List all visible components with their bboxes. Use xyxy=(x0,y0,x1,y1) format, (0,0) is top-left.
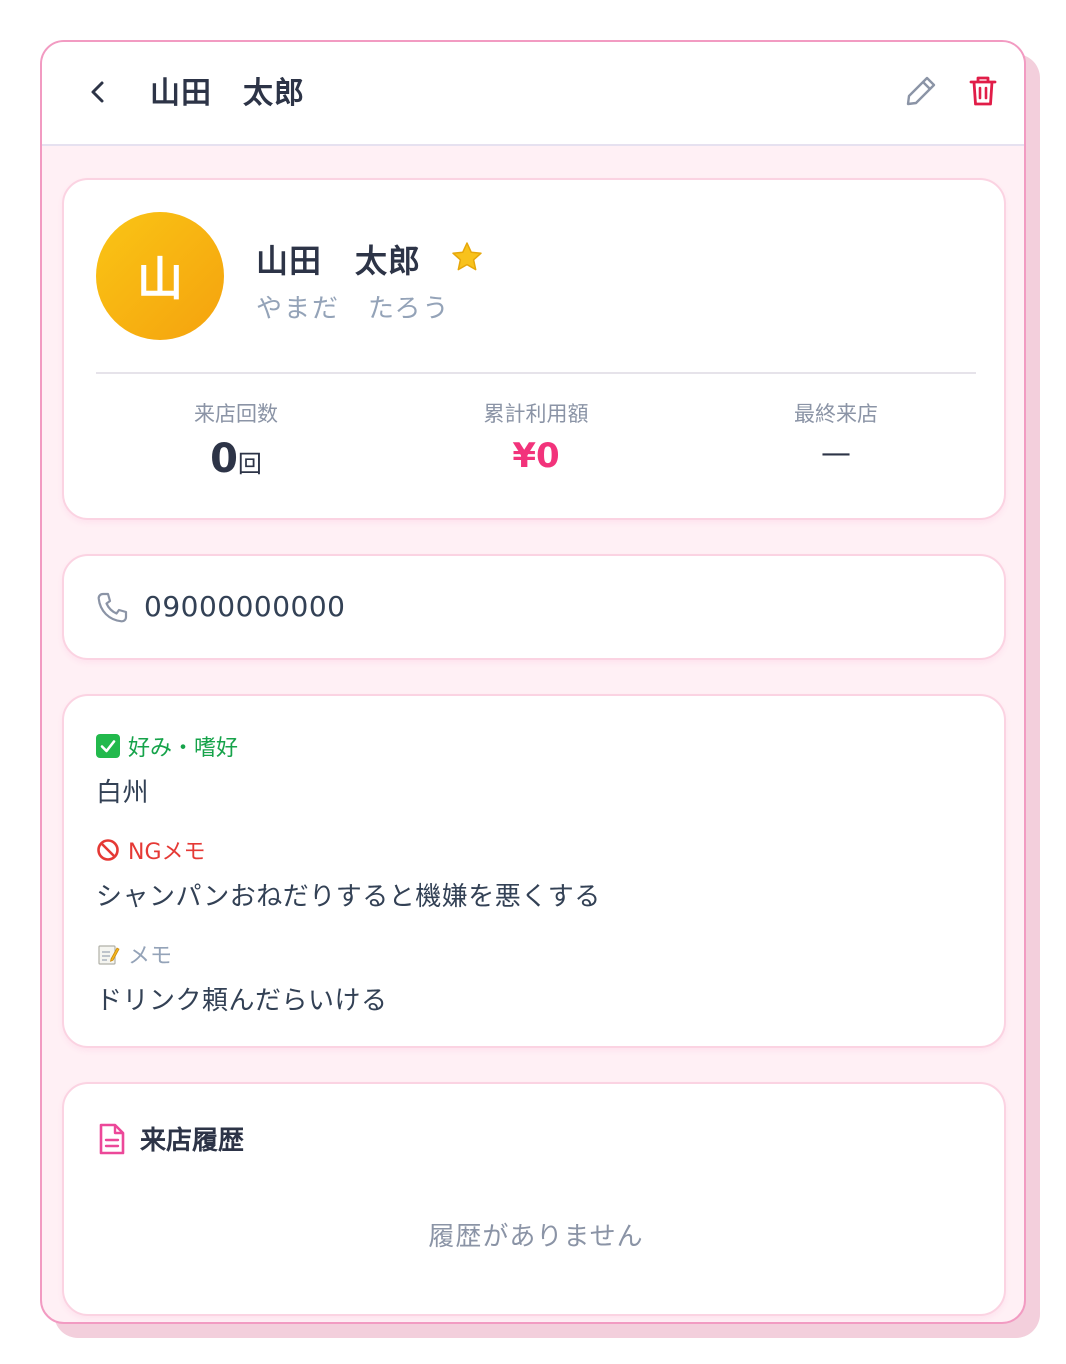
stat-label: 来店回数 xyxy=(194,402,278,426)
back-button[interactable] xyxy=(76,70,120,114)
document-icon xyxy=(99,1123,125,1155)
trash-icon xyxy=(969,76,997,106)
history-empty-text: 履歴がありません xyxy=(428,1222,644,1252)
preference-label: 好み・嗜好 xyxy=(128,736,239,761)
delete-button[interactable] xyxy=(960,68,1006,114)
stat-value: — xyxy=(821,436,851,471)
stat-value: ¥0 xyxy=(512,436,560,476)
pencil-icon xyxy=(906,76,936,106)
note-label: メモ xyxy=(128,944,173,969)
note-text: ドリンク頼んだらいける xyxy=(96,986,388,1016)
phone-icon xyxy=(97,592,128,623)
avatar: 山 xyxy=(96,212,224,340)
stat-unit: 回 xyxy=(237,450,262,478)
page-title: 山田 太郎 xyxy=(150,76,305,111)
stat-total-spent: 累計利用額 ¥0 xyxy=(386,398,686,486)
stat-value: 0 xyxy=(210,436,238,482)
preference-text: 白州 xyxy=(96,778,150,808)
note-heading: メモ xyxy=(96,938,172,970)
chevron-left-icon xyxy=(91,81,104,103)
edit-button[interactable] xyxy=(898,68,944,114)
app-header: 山田 太郎 xyxy=(42,42,1024,146)
history-title: 来店履歴 xyxy=(140,1126,245,1156)
memo-card: 好み・嗜好 白州 NGメモ シャンパンおねだりすると機嫌を悪くする メモ ドリン… xyxy=(62,694,1006,1048)
memo-icon xyxy=(98,945,120,965)
phone-number[interactable]: 09000000000 xyxy=(144,590,345,623)
stat-visit-count: 来店回数 0回 xyxy=(86,398,386,486)
visit-history-card: 来店履歴 履歴がありません xyxy=(62,1082,1006,1316)
ng-heading: NGメモ xyxy=(96,834,206,866)
divider xyxy=(96,372,976,374)
phone-card[interactable]: 09000000000 xyxy=(62,554,1006,660)
ng-label: NGメモ xyxy=(128,840,206,865)
favorite-star-icon[interactable] xyxy=(450,240,484,274)
stat-label: 累計利用額 xyxy=(483,402,589,426)
customer-detail-screen: 山田 太郎 山 山田 太郎 やまだ たろう 来店回数 0回 累計利用額 ¥0 最… xyxy=(40,40,1026,1324)
customer-name: 山田 太郎 xyxy=(256,242,422,280)
stat-label: 最終来店 xyxy=(794,402,878,426)
preference-heading: 好み・嗜好 xyxy=(96,730,238,762)
ng-text: シャンパンおねだりすると機嫌を悪くする xyxy=(96,882,601,912)
checkmark-icon xyxy=(96,734,120,758)
customer-kana: やまだ たろう xyxy=(256,294,451,324)
stat-last-visit: 最終来店 — xyxy=(686,398,986,486)
prohibited-icon xyxy=(97,839,119,861)
profile-card: 山 山田 太郎 やまだ たろう 来店回数 0回 累計利用額 ¥0 最終来店 — xyxy=(62,178,1006,520)
